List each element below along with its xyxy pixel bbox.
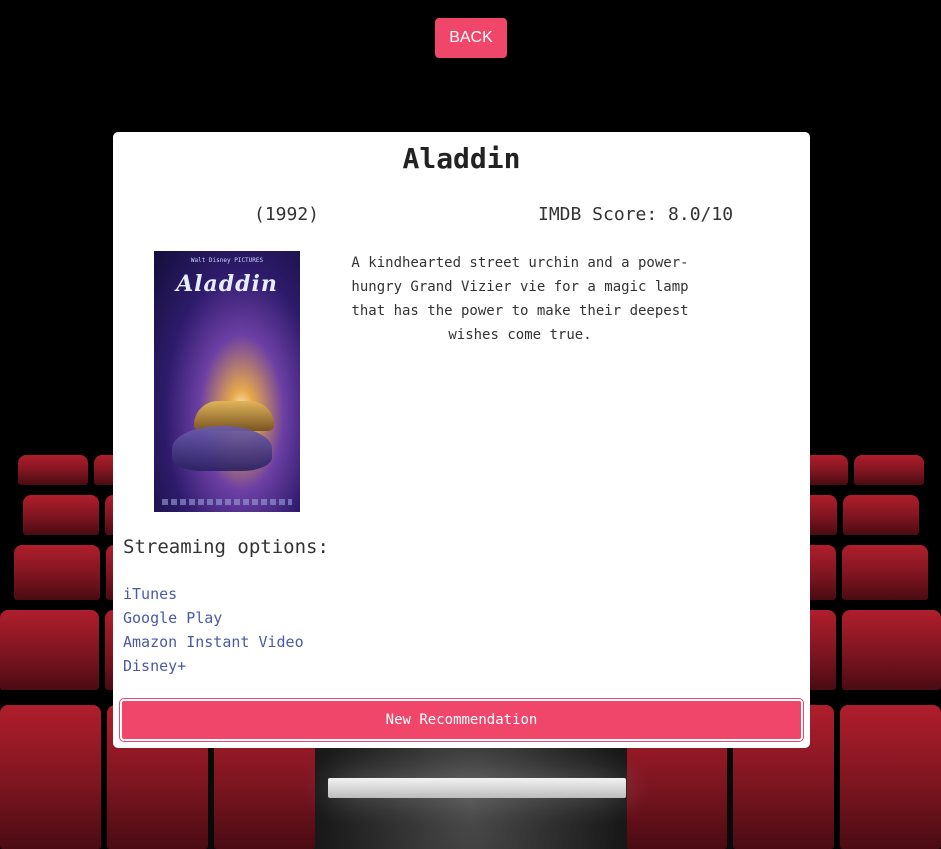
- movie-title: Aladdin: [402, 142, 521, 175]
- list-item: Google Play: [123, 606, 304, 630]
- poster-credits: [162, 499, 292, 505]
- imdb-score: IMDB Score: 8.0/10: [538, 204, 734, 225]
- hands-image: [172, 426, 272, 471]
- movie-poster: Walt Disney PICTURES Aladdin: [154, 251, 300, 512]
- poster-studio-mark: Walt Disney PICTURES: [190, 257, 264, 264]
- movie-year: (1992): [254, 204, 320, 225]
- streaming-link-itunes[interactable]: iTunes: [123, 585, 177, 603]
- list-item: Disney+: [123, 654, 304, 678]
- stage-platform: [328, 778, 626, 798]
- list-item: Amazon Instant Video: [123, 630, 304, 654]
- back-button[interactable]: BACK: [435, 18, 507, 58]
- streaming-link-amazon[interactable]: Amazon Instant Video: [123, 633, 304, 651]
- movie-card: Aladdin (1992) IMDB Score: 8.0/10 Walt D…: [113, 132, 810, 748]
- streaming-link-google-play[interactable]: Google Play: [123, 609, 222, 627]
- new-recommendation-button[interactable]: New Recommendation: [120, 699, 803, 741]
- streaming-list: iTunes Google Play Amazon Instant Video …: [123, 582, 304, 678]
- movie-description: A kindhearted street urchin and a power-…: [351, 255, 689, 343]
- list-item: iTunes: [123, 582, 304, 606]
- poster-title-logo: Aladdin: [176, 271, 278, 297]
- streaming-link-disney-plus[interactable]: Disney+: [123, 657, 186, 675]
- streaming-heading: Streaming options:: [123, 536, 329, 558]
